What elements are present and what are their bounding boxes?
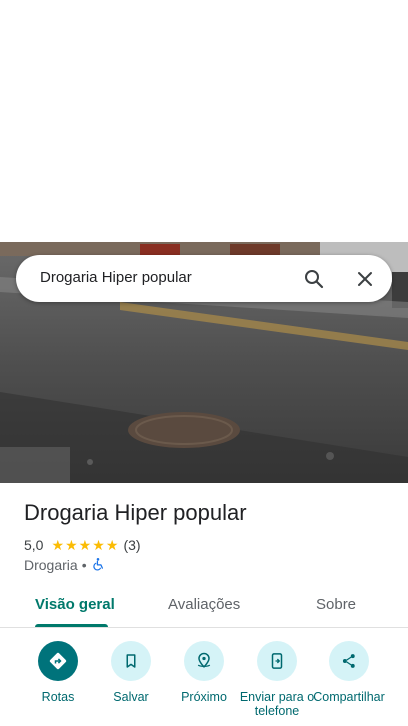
wheelchair-accessible-icon [91,557,105,574]
place-title: Drogaria Hiper popular [24,500,247,525]
rating-row[interactable]: 5,0 ★ ★ ★ ★ ★ (3) [24,537,141,553]
star-icon: ★ [51,537,65,553]
search-input[interactable]: Drogaria Hiper popular [40,269,192,286]
star-icon: ★ [65,537,78,553]
nearby-label: Próximo [181,690,227,704]
rating-value: 5,0 [24,537,44,553]
send-to-phone-button[interactable]: Enviar para o telefone [239,641,315,718]
star-icon: ★ [92,537,105,553]
nearby-button[interactable]: Próximo [166,641,242,704]
share-button[interactable]: Compartilhar [311,641,387,704]
share-icon [329,641,369,681]
close-icon[interactable] [353,267,377,291]
save-button[interactable]: Salvar [93,641,169,704]
tab-reviews[interactable]: Avaliações [168,596,240,613]
star-icon: ★ [78,537,92,553]
tab-about[interactable]: Sobre [316,596,356,613]
star-icon: ★ [105,537,119,553]
search-icon[interactable] [302,267,326,291]
directions-label: Rotas [41,690,75,704]
tab-overview[interactable]: Visão geral [35,596,115,613]
send-to-phone-label: Enviar para o telefone [239,690,315,718]
save-label: Salvar [113,690,149,704]
review-count[interactable]: (3) [123,537,140,553]
bookmark-icon [111,641,151,681]
search-bar[interactable]: Drogaria Hiper popular [16,255,392,302]
directions-icon [38,641,78,681]
directions-button[interactable]: Rotas [20,641,96,704]
place-category[interactable]: Drogaria [24,557,78,573]
rating-stars: ★ ★ ★ ★ ★ [51,537,119,553]
separator-dot: • [81,557,87,573]
category-row: Drogaria • [24,557,105,573]
send-to-phone-icon [257,641,297,681]
tab-divider [0,627,408,628]
nearby-icon [184,641,224,681]
share-label: Compartilhar [313,690,385,704]
